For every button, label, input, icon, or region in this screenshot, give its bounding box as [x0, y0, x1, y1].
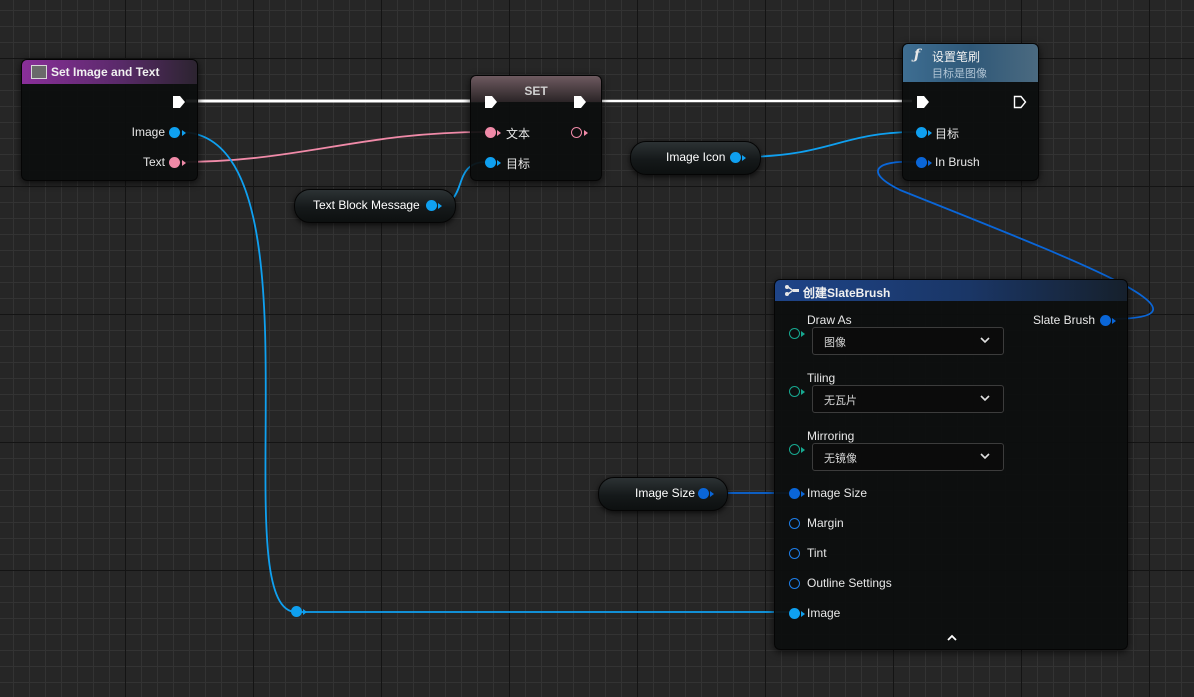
set-variable-node[interactable]: SET 文本 目标 — [470, 75, 602, 181]
pin-label-margin: Margin — [807, 516, 844, 530]
margin-input-pin[interactable] — [789, 518, 800, 529]
chevron-down-icon — [980, 337, 990, 344]
tint-input-pin[interactable] — [789, 548, 800, 559]
reroute-arrow-icon — [303, 609, 307, 615]
image-wire — [179, 131, 297, 613]
make-struct-icon — [785, 285, 799, 296]
pin-label-tiling: Tiling — [807, 371, 836, 385]
reroute-knot[interactable] — [291, 606, 302, 617]
pin-label-in-brush: In Brush — [935, 155, 980, 169]
chevron-down-icon — [980, 395, 990, 402]
pin-label-draw-as: Draw As — [807, 313, 852, 327]
pin-arrow-icon — [801, 447, 805, 453]
pin-arrow-icon — [182, 130, 186, 136]
exec-in-pin[interactable] — [916, 95, 930, 109]
image-output-pin[interactable] — [169, 127, 180, 138]
event-node-header: Set Image and Text — [22, 60, 197, 84]
mirroring-dropdown[interactable]: 无镜像 — [812, 443, 1004, 471]
pin-label-target: 目标 — [506, 157, 531, 171]
pin-arrow-icon — [928, 160, 932, 166]
pin-arrow-icon — [497, 130, 501, 136]
pin-label-tint: Tint — [807, 546, 827, 560]
target-wire — [739, 131, 917, 158]
image-input-pin[interactable] — [789, 608, 800, 619]
widget-icon — [31, 65, 47, 79]
pin-arrow-icon — [928, 130, 932, 136]
image-icon-variable[interactable]: Image Icon — [630, 141, 761, 175]
pin-arrow-icon — [182, 160, 186, 166]
pin-label-slate-brush: Slate Brush — [1032, 313, 1095, 327]
pin-arrow-icon — [801, 491, 805, 497]
target-input-pin[interactable] — [916, 127, 927, 138]
slate-brush-output-pin[interactable] — [1100, 315, 1111, 326]
outline-settings-input-pin[interactable] — [789, 578, 800, 589]
node-title: 设置笔刷 — [932, 50, 981, 64]
pin-arrow-icon — [801, 389, 805, 395]
node-subtitle: 目标是图像 — [932, 68, 987, 80]
make-struct-node-header: 创建SlateBrush — [775, 280, 1127, 301]
event-node-set-image-and-text[interactable]: Set Image and Text Image Text — [21, 59, 198, 181]
pin-label-mirroring: Mirroring — [807, 429, 855, 443]
target-input-pin[interactable] — [485, 157, 496, 168]
pin-label-text: 文本 — [506, 127, 531, 141]
in-brush-input-pin[interactable] — [916, 157, 927, 168]
tiling-dropdown[interactable]: 无瓦片 — [812, 385, 1004, 413]
text-wire — [179, 131, 487, 163]
pin-arrow-icon — [710, 491, 714, 497]
mirroring-input-pin[interactable] — [789, 444, 800, 455]
collapse-chevron-icon[interactable] — [946, 632, 958, 644]
function-node-header: ƒ 设置笔刷 目标是图像 — [903, 44, 1038, 82]
chevron-down-icon — [980, 453, 990, 460]
pin-arrow-icon — [438, 203, 442, 209]
variable-output-pin[interactable] — [698, 488, 709, 499]
node-title: 创建SlateBrush — [803, 286, 891, 300]
pin-arrow-icon — [801, 331, 805, 337]
image-size-input-pin[interactable] — [789, 488, 800, 499]
exec-in-pin[interactable] — [484, 95, 498, 109]
pin-label-image-size: Image Size — [807, 486, 868, 500]
dropdown-value: 无镜像 — [824, 453, 857, 465]
dropdown-value: 无瓦片 — [824, 395, 857, 407]
variable-label: Image Icon — [666, 150, 726, 164]
pin-label-image: Image — [807, 606, 841, 620]
pin-arrow-icon — [497, 160, 501, 166]
exec-out-pin[interactable] — [1013, 95, 1027, 109]
variable-output-pin[interactable] — [426, 200, 437, 211]
text-output-pin[interactable] — [571, 127, 582, 138]
pin-label-target: 目标 — [935, 127, 960, 141]
tiling-input-pin[interactable] — [789, 386, 800, 397]
variable-label: Image Size — [635, 486, 696, 500]
dropdown-value: 图像 — [824, 337, 846, 349]
text-block-message-variable[interactable]: Text Block Message — [294, 189, 456, 223]
text-input-pin[interactable] — [485, 127, 496, 138]
set-brush-function-node[interactable]: ƒ 设置笔刷 目标是图像 目标 In Brush — [902, 43, 1039, 181]
pin-label-outline-settings: Outline Settings — [807, 576, 892, 590]
pin-arrow-icon — [584, 130, 588, 136]
pin-arrow-icon — [801, 611, 805, 617]
draw-as-input-pin[interactable] — [789, 328, 800, 339]
pin-arrow-icon — [742, 155, 746, 161]
variable-label: Text Block Message — [313, 198, 420, 212]
pin-arrow-icon — [1112, 318, 1116, 324]
pin-label-text: Text — [142, 155, 165, 169]
exec-out-pin[interactable] — [172, 95, 186, 109]
image-size-variable[interactable]: Image Size — [598, 477, 728, 511]
draw-as-dropdown[interactable]: 图像 — [812, 327, 1004, 355]
exec-out-pin[interactable] — [573, 95, 587, 109]
function-icon: ƒ — [914, 47, 921, 63]
pin-label-image: Image — [131, 125, 165, 139]
node-title: Set Image and Text — [51, 65, 160, 79]
variable-output-pin[interactable] — [730, 152, 741, 163]
make-slate-brush-node[interactable]: 创建SlateBrush Slate Brush Draw As 图像 Tili… — [774, 279, 1128, 650]
text-output-pin[interactable] — [169, 157, 180, 168]
